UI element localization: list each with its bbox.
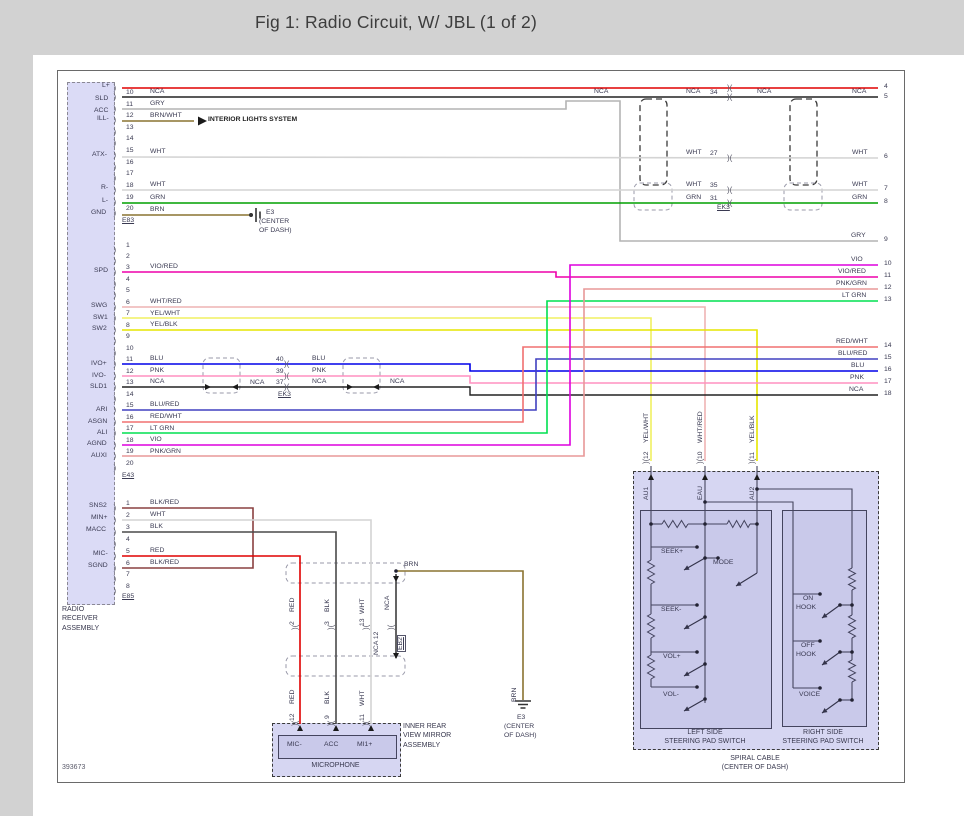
- microphone-inner-box: [278, 735, 397, 759]
- document-number: 393673: [62, 764, 85, 771]
- radio-receiver-connector-box: [67, 82, 115, 605]
- wiring-diagram-page: Fig 1: Radio Circuit, W/ JBL (1 of 2) RA…: [0, 0, 964, 816]
- right-steering-pad-switch-box: [782, 510, 867, 727]
- left-steering-pad-switch-box: [640, 510, 772, 729]
- figure-title: Fig 1: Radio Circuit, W/ JBL (1 of 2): [255, 12, 537, 33]
- title-bar: Fig 1: Radio Circuit, W/ JBL (1 of 2): [0, 0, 964, 55]
